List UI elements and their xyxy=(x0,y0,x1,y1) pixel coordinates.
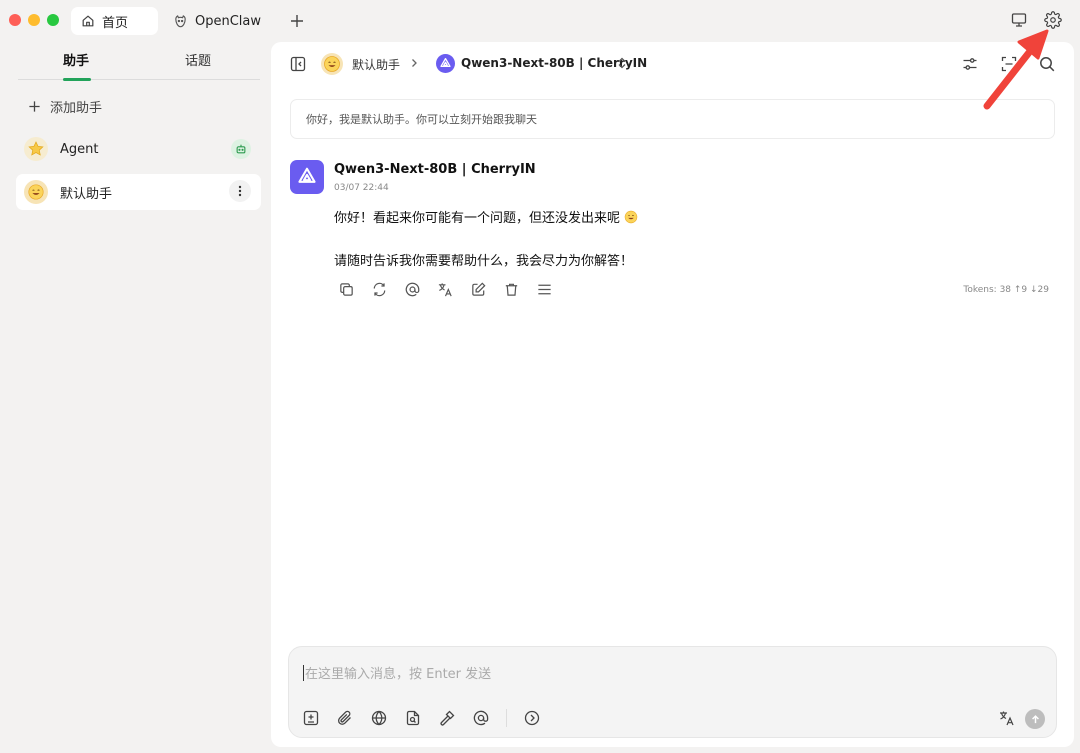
message-input-box[interactable]: 在这里输入消息，按 Enter 发送 xyxy=(288,646,1057,738)
smiley-icon xyxy=(28,184,44,200)
more-vertical-icon xyxy=(238,185,242,197)
claw-icon xyxy=(173,14,188,29)
translate-icon[interactable] xyxy=(437,281,455,299)
message-text-line: 你好！看起来你可能有一个问题，但还没发出来呢 xyxy=(334,211,621,226)
star-avatar-icon xyxy=(24,137,48,161)
tab-topics[interactable]: 话题 xyxy=(158,50,238,69)
mention-icon[interactable] xyxy=(404,281,422,299)
message-timestamp: 03/07 22:44 xyxy=(334,183,389,193)
smiley-emoji-icon xyxy=(624,210,638,223)
input-placeholder: 在这里输入消息，按 Enter 发送 xyxy=(305,667,492,682)
title-bar: 首页 OpenClaw xyxy=(0,0,1080,42)
tab-home[interactable]: 首页 xyxy=(71,7,158,35)
arrow-right-circle-icon[interactable] xyxy=(523,709,541,727)
hammer-icon[interactable] xyxy=(438,709,456,727)
tab-label: OpenClaw xyxy=(195,13,262,29)
regenerate-icon[interactable] xyxy=(371,281,389,299)
assistant-label: 默认助手 xyxy=(60,186,113,202)
more-options-button[interactable] xyxy=(229,180,251,202)
sidebar-tabs: 助手 话题 xyxy=(18,42,260,81)
arrow-up-icon xyxy=(1031,714,1039,723)
sidebar-item-agent[interactable]: Agent xyxy=(16,131,261,167)
annotation-arrow-icon xyxy=(983,29,1049,110)
robot-icon xyxy=(231,139,251,159)
smiley-icon xyxy=(321,53,343,75)
gear-icon xyxy=(1044,11,1062,29)
add-assistant-label: 添加助手 xyxy=(50,101,103,116)
star-icon xyxy=(28,141,44,156)
smiley-avatar-icon xyxy=(24,180,48,204)
delete-icon[interactable] xyxy=(503,281,521,299)
window-controls xyxy=(9,14,59,26)
tab-openclaw[interactable]: OpenClaw xyxy=(163,7,273,35)
message-model-name: Qwen3-Next-80B | CherryIN xyxy=(334,162,536,177)
message-actions xyxy=(338,281,554,299)
menu-icon[interactable] xyxy=(536,281,554,299)
qwen-model-avatar-icon xyxy=(290,160,324,194)
tab-assistants[interactable]: 助手 xyxy=(36,50,116,69)
new-topic-icon[interactable] xyxy=(302,709,320,727)
message-input[interactable]: 在这里输入消息，按 Enter 发送 xyxy=(303,663,491,682)
message-text: 你好！看起来你可能有一个问题，但还没发出来呢 xyxy=(334,207,638,226)
current-assistant-name[interactable]: 默认助手 xyxy=(352,56,400,73)
sidebar-item-default-assistant[interactable]: 默认助手 xyxy=(16,174,261,210)
sidebar: 助手 话题 添加助手 Agent 默认助手 xyxy=(0,42,270,753)
app-window: 首页 OpenClaw 助手 话题 添加助手 Agent 默认助手 默认助手 Q… xyxy=(0,0,1080,753)
knowledge-base-icon[interactable] xyxy=(404,709,422,727)
add-assistant-button[interactable]: 添加助手 xyxy=(28,97,102,116)
home-icon xyxy=(81,14,95,28)
sidebar-toggle-icon xyxy=(290,56,306,72)
text-caret xyxy=(303,664,304,681)
assistant-label: Agent xyxy=(60,141,99,157)
plus-icon xyxy=(29,101,40,112)
monitor-icon xyxy=(1011,13,1027,27)
plus-icon xyxy=(291,15,303,27)
active-tab-indicator xyxy=(63,78,91,81)
collapse-sidebar-button[interactable] xyxy=(289,55,307,73)
zoom-window-button[interactable] xyxy=(47,14,59,26)
input-toolbar xyxy=(302,709,541,727)
globe-icon[interactable] xyxy=(370,709,388,727)
chevron-updown-icon[interactable] xyxy=(615,56,629,70)
chat-header: 默认助手 Qwen3-Next-80B | CherryIN xyxy=(271,42,1074,86)
mention-icon[interactable] xyxy=(472,709,490,727)
translate-input-icon[interactable] xyxy=(998,709,1016,727)
edit-icon[interactable] xyxy=(470,281,488,299)
close-window-button[interactable] xyxy=(9,14,21,26)
copy-icon[interactable] xyxy=(338,281,356,299)
assistant-prompt: 你好，我是默认助手。你可以立刻开始跟我聊天 xyxy=(290,99,1055,139)
minimize-window-button[interactable] xyxy=(28,14,40,26)
send-button[interactable] xyxy=(1025,709,1045,729)
message-text-line: 请随时告诉我你需要帮助什么，我会尽力为你解答！ xyxy=(334,254,634,269)
tab-label: 首页 xyxy=(102,15,129,31)
chat-panel: 默认助手 Qwen3-Next-80B | CherryIN 你好，我是默认助手… xyxy=(271,42,1074,747)
attachment-icon[interactable] xyxy=(336,709,354,727)
chevron-right-icon xyxy=(408,57,420,69)
toolbar-divider xyxy=(506,709,507,727)
token-count: Tokens: 38 ↑9 ↓29 xyxy=(963,285,1049,295)
new-tab-button[interactable] xyxy=(287,11,307,31)
qwen-model-icon xyxy=(436,54,455,73)
